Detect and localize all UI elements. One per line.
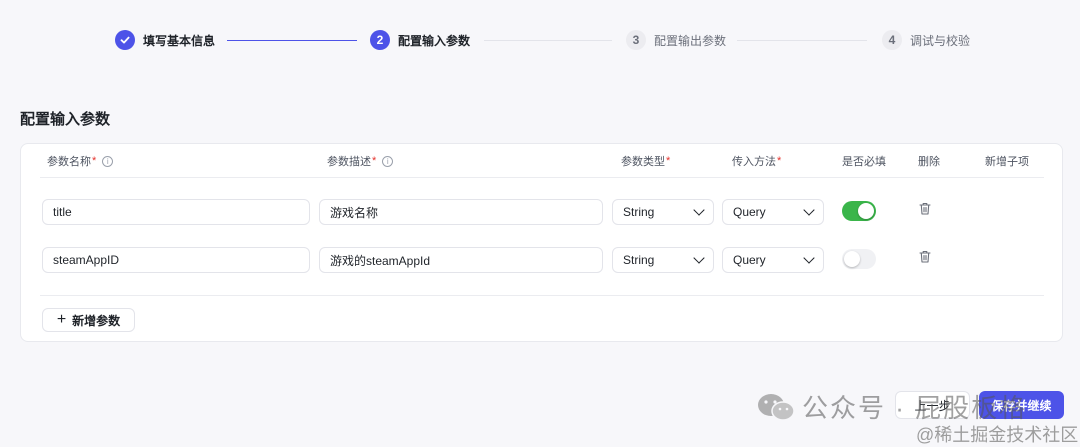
header-type: 参数类型 * [621, 153, 670, 169]
header-desc: 参数描述 * i [327, 153, 394, 169]
header-label: 参数描述 [327, 156, 371, 168]
watermark-sub: @稀土掘金技术社区 [916, 425, 1079, 445]
step-connector [737, 40, 867, 41]
plus-icon: + [56, 311, 67, 328]
required-mark: * [777, 155, 782, 167]
header-label: 参数名称 [47, 156, 91, 168]
info-icon[interactable]: i [382, 155, 394, 167]
header-required: 是否必填 [842, 156, 886, 168]
param-type-select[interactable]: String [612, 199, 714, 225]
param-name-input[interactable]: steamAppID [42, 247, 310, 273]
param-name-input[interactable]: title [42, 199, 310, 225]
step-label: 调试与校验 [910, 33, 971, 48]
wechat-icon [758, 393, 795, 421]
header-delete: 删除 [918, 156, 940, 168]
save-continue-button[interactable]: 保存并继续 [979, 391, 1064, 419]
step-number: 2 [370, 30, 390, 50]
chevron-down-icon [803, 252, 815, 264]
select-value: Query [733, 253, 766, 267]
params-card [20, 143, 1063, 342]
chevron-down-icon [803, 204, 815, 216]
trash-icon[interactable] [919, 202, 931, 215]
param-desc-input[interactable]: 游戏名称 [319, 199, 603, 225]
param-desc-input[interactable]: 游戏的steamAppId [319, 247, 603, 273]
section-title: 配置输入参数 [20, 111, 111, 128]
step-1: 填写基本信息 [115, 28, 215, 52]
add-param-label: 新增参数 [72, 313, 121, 328]
chevron-down-icon [693, 252, 705, 264]
step-connector [484, 40, 612, 41]
header-method: 传入方法 * [732, 153, 781, 169]
chevron-down-icon [693, 204, 705, 216]
required-mark: * [372, 155, 377, 167]
select-value: String [623, 205, 655, 219]
required-toggle[interactable] [842, 249, 876, 269]
param-method-select[interactable]: Query [722, 199, 824, 225]
step-3: 3 配置输出参数 [626, 28, 726, 52]
required-mark: * [92, 155, 97, 167]
prev-step-button[interactable]: 上一步 [895, 391, 970, 419]
step-label: 填写基本信息 [143, 33, 216, 48]
step-label: 配置输出参数 [654, 33, 727, 48]
header-divider [40, 177, 1044, 178]
required-toggle[interactable] [842, 201, 876, 221]
param-type-select[interactable]: String [612, 247, 714, 273]
header-name: 参数名称 * i [47, 153, 114, 169]
step-4: 4 调试与校验 [882, 28, 970, 52]
step-label: 配置输入参数 [398, 33, 471, 48]
step-number: 3 [626, 30, 646, 50]
header-label: 传入方法 [732, 156, 776, 168]
trash-icon[interactable] [919, 250, 931, 263]
step-connector [227, 40, 357, 41]
select-value: String [623, 253, 655, 267]
add-param-button[interactable]: + 新增参数 [42, 308, 135, 332]
step-2: 2 配置输入参数 [370, 28, 470, 52]
step-number: 4 [882, 30, 902, 50]
select-value: Query [733, 205, 766, 219]
required-mark: * [666, 155, 671, 167]
param-method-select[interactable]: Query [722, 247, 824, 273]
header-add-child: 新增子项 [985, 156, 1029, 168]
header-label: 参数类型 [621, 156, 665, 168]
check-icon [115, 30, 135, 50]
rows-divider [40, 295, 1044, 296]
info-icon[interactable]: i [102, 155, 114, 167]
